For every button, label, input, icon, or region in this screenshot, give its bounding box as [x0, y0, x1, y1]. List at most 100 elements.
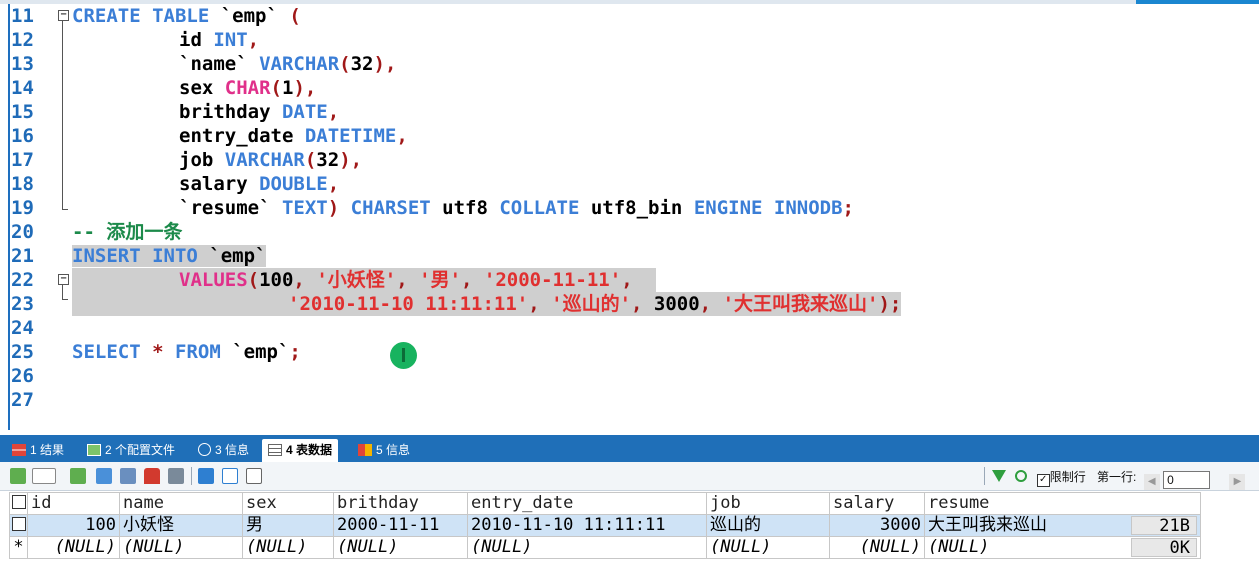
code-line[interactable]: 21 INSERT INTO `emp`: [0, 244, 1259, 268]
code-line[interactable]: 19 `resume` TEXT) CHARSET utf8 COLLATE u…: [0, 196, 1259, 220]
code-text: `resume` TEXT) CHARSET utf8 COLLATE utf8…: [179, 197, 854, 219]
code-line[interactable]: 27: [0, 388, 1259, 412]
line-number: 11: [11, 5, 34, 27]
tab-table-data[interactable]: 4 表数据: [262, 439, 339, 462]
code-text: entry_date DATETIME,: [179, 125, 408, 147]
tab-info[interactable]: 3 信息: [198, 439, 249, 462]
next-page-icon[interactable]: ▶: [1229, 474, 1246, 490]
cell-brithday[interactable]: 2000-11-11: [333, 514, 468, 537]
line-number: 17: [11, 149, 34, 171]
blob-size-badge[interactable]: 0K: [1131, 538, 1197, 558]
column-header-name[interactable]: name: [119, 492, 243, 515]
first-row-input[interactable]: 0: [1163, 471, 1211, 489]
grid-mode-icon[interactable]: [198, 468, 214, 484]
filter-icon[interactable]: [992, 470, 1006, 482]
prev-page-icon[interactable]: ◀: [1143, 474, 1160, 490]
fold-toggle-icon[interactable]: [58, 274, 69, 285]
new-row[interactable]: * (NULL) (NULL) (NULL) (NULL) (NULL) (NU…: [9, 536, 1201, 559]
reset-icon[interactable]: [1015, 470, 1028, 482]
cell-name[interactable]: 小妖怪: [119, 514, 243, 537]
delete-icon[interactable]: [144, 468, 160, 484]
code-line[interactable]: 12 id INT,: [0, 28, 1259, 52]
results-icon: [12, 444, 26, 456]
line-number: 24: [11, 317, 34, 339]
code-line[interactable]: 15 brithday DATE,: [0, 100, 1259, 124]
result-grid[interactable]: id name sex brithday entry_date job sala…: [9, 492, 1201, 559]
column-header-id[interactable]: id: [27, 492, 120, 515]
column-header-sex[interactable]: sex: [242, 492, 334, 515]
tab-profiles[interactable]: 2 个配置文件: [87, 439, 175, 462]
info-icon: [198, 443, 211, 456]
code-line[interactable]: 25 SELECT * FROM `emp`;: [0, 340, 1259, 364]
cell-salary[interactable]: (NULL): [829, 536, 925, 559]
table-icon: [268, 444, 282, 456]
cell-job[interactable]: 巡山的: [706, 514, 830, 537]
form-mode-icon[interactable]: [222, 468, 238, 484]
column-header-salary[interactable]: salary: [829, 492, 925, 515]
code-line[interactable]: 11 CREATE TABLE `emp` (: [0, 4, 1259, 28]
code-text: `name` VARCHAR(32),: [179, 53, 397, 75]
cell-resume[interactable]: 大王叫我来巡山 21B: [924, 514, 1201, 537]
select-all-checkbox[interactable]: [9, 492, 28, 515]
cell-resume[interactable]: (NULL) 0K: [924, 536, 1201, 559]
cell-name[interactable]: (NULL): [119, 536, 243, 559]
code-text: '2010-11-10 11:11:11', '巡山的', 3000, '大王叫…: [72, 292, 902, 316]
line-number: 18: [11, 173, 34, 195]
cell-sex[interactable]: 男: [242, 514, 334, 537]
cell-entry-date[interactable]: 2010-11-10 11:11:11: [467, 514, 707, 537]
dropdown-icon[interactable]: [32, 468, 56, 484]
duplicate-row-icon[interactable]: [96, 468, 112, 484]
code-line[interactable]: 13 `name` VARCHAR(32),: [0, 52, 1259, 76]
tab-label: 4 表数据: [286, 443, 333, 457]
grid-view-icon[interactable]: [10, 468, 26, 484]
cell-entry-date[interactable]: (NULL): [467, 536, 707, 559]
mouse-cursor-indicator: [390, 342, 417, 369]
code-line[interactable]: 24: [0, 316, 1259, 340]
refresh-icon[interactable]: [168, 468, 184, 484]
tab-label: 1 结果: [30, 443, 65, 457]
code-text: id INT,: [179, 29, 260, 51]
code-line[interactable]: 23 '2010-11-10 11:11:11', '巡山的', 3000, '…: [0, 292, 1259, 316]
cell-id[interactable]: (NULL): [27, 536, 120, 559]
line-number: 14: [11, 77, 34, 99]
line-number: 26: [11, 365, 34, 387]
table-row[interactable]: 100 小妖怪 男 2000-11-11 2010-11-10 11:11:11…: [9, 514, 1201, 537]
line-number: 20: [11, 221, 34, 243]
row-checkbox[interactable]: [9, 514, 28, 537]
column-header-resume[interactable]: resume: [924, 492, 1201, 515]
tab-label: 5 信息: [376, 443, 411, 457]
fold-toggle-icon[interactable]: [58, 10, 69, 21]
column-header-brithday[interactable]: brithday: [333, 492, 468, 515]
code-line[interactable]: 22 VALUES(100, '小妖怪', '男', '2000-11-11',: [0, 268, 1259, 292]
cell-sex[interactable]: (NULL): [242, 536, 334, 559]
comment-text: -- 添加一条: [72, 221, 183, 243]
code-text: job VARCHAR(32),: [179, 149, 363, 171]
cell-brithday[interactable]: (NULL): [333, 536, 468, 559]
code-line[interactable]: 14 sex CHAR(1),: [0, 76, 1259, 100]
line-number: 19: [11, 197, 34, 219]
line-number: 13: [11, 53, 34, 75]
line-number: 21: [11, 245, 34, 267]
text-mode-icon[interactable]: [246, 468, 262, 484]
save-icon[interactable]: [120, 468, 136, 484]
column-header-job[interactable]: job: [706, 492, 830, 515]
code-line[interactable]: 16 entry_date DATETIME,: [0, 124, 1259, 148]
line-number: 12: [11, 29, 34, 51]
tab-results[interactable]: 1 结果: [12, 439, 64, 462]
cell-job[interactable]: (NULL): [706, 536, 830, 559]
code-line[interactable]: 26: [0, 364, 1259, 388]
cell-salary[interactable]: 3000: [829, 514, 925, 537]
code-line[interactable]: 20 -- 添加一条: [0, 220, 1259, 244]
limit-label: 限制行: [1049, 470, 1086, 484]
cell-id[interactable]: 100: [27, 514, 120, 537]
code-line[interactable]: 18 salary DOUBLE,: [0, 172, 1259, 196]
tab-info-2[interactable]: 5 信息: [358, 439, 410, 462]
code-line[interactable]: 17 job VARCHAR(32),: [0, 148, 1259, 172]
insert-row-icon[interactable]: [70, 468, 86, 484]
blob-size-badge[interactable]: 21B: [1131, 516, 1197, 536]
column-header-entry-date[interactable]: entry_date: [467, 492, 707, 515]
limit-controls: ✓ 限制行 第一行: ◀ 0 ▶: [992, 468, 1246, 490]
toolbar-separator: [191, 467, 192, 485]
limit-checkbox[interactable]: ✓: [1036, 474, 1050, 487]
sql-editor[interactable]: 11 CREATE TABLE `emp` ( 12 id INT, 13 `n…: [0, 4, 1259, 434]
